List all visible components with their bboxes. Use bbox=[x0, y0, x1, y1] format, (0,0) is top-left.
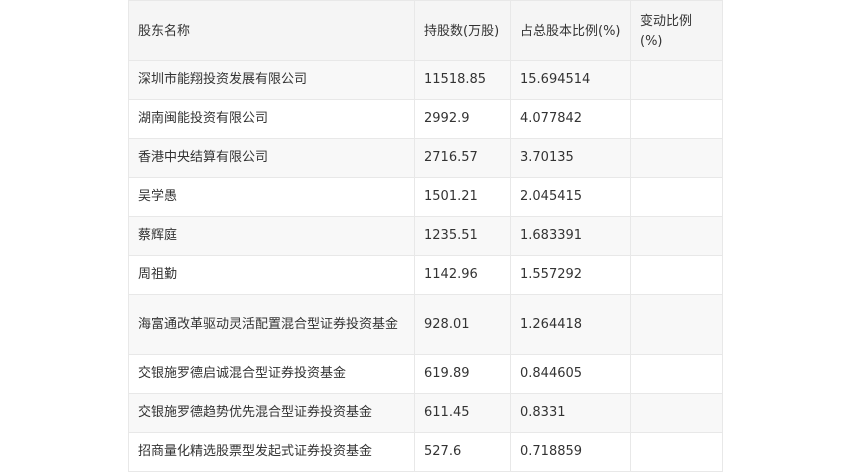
cell-ratio: 2.045415 bbox=[510, 177, 631, 217]
cell-change bbox=[630, 255, 723, 295]
shareholder-table-container: 股东名称 持股数(万股) 占总股本比例(%) 变动比例(%) 深圳市能翔投资发展… bbox=[128, 0, 723, 472]
table-row: 深圳市能翔投资发展有限公司 11518.85 15.694514 bbox=[128, 60, 723, 100]
cell-change bbox=[630, 177, 723, 217]
cell-shares: 619.89 bbox=[414, 354, 511, 394]
table-header: 股东名称 持股数(万股) 占总股本比例(%) 变动比例(%) bbox=[128, 0, 723, 61]
cell-name: 周祖勤 bbox=[128, 255, 415, 295]
cell-name: 招商量化精选股票型发起式证券投资基金 bbox=[128, 432, 415, 472]
table-row: 香港中央结算有限公司 2716.57 3.70135 bbox=[128, 138, 723, 178]
cell-shares: 11518.85 bbox=[414, 60, 511, 100]
table-row: 招商量化精选股票型发起式证券投资基金 527.6 0.718859 bbox=[128, 432, 723, 472]
cell-change bbox=[630, 393, 723, 433]
table-row: 海富通改革驱动灵活配置混合型证券投资基金 928.01 1.264418 bbox=[128, 294, 723, 355]
shareholder-table: 股东名称 持股数(万股) 占总股本比例(%) 变动比例(%) 深圳市能翔投资发展… bbox=[128, 0, 723, 472]
cell-shares: 1501.21 bbox=[414, 177, 511, 217]
cell-shares: 611.45 bbox=[414, 393, 511, 433]
cell-shares: 1142.96 bbox=[414, 255, 511, 295]
cell-change bbox=[630, 216, 723, 256]
table-row: 交银施罗德启诚混合型证券投资基金 619.89 0.844605 bbox=[128, 354, 723, 394]
cell-shares: 2992.9 bbox=[414, 99, 511, 139]
cell-change bbox=[630, 138, 723, 178]
cell-name: 交银施罗德启诚混合型证券投资基金 bbox=[128, 354, 415, 394]
table-row: 吴学愚 1501.21 2.045415 bbox=[128, 177, 723, 217]
cell-name: 蔡辉庭 bbox=[128, 216, 415, 256]
cell-ratio: 0.844605 bbox=[510, 354, 631, 394]
cell-shares: 527.6 bbox=[414, 432, 511, 472]
cell-shares: 1235.51 bbox=[414, 216, 511, 256]
cell-ratio: 3.70135 bbox=[510, 138, 631, 178]
header-row: 股东名称 持股数(万股) 占总股本比例(%) 变动比例(%) bbox=[128, 0, 723, 61]
header-name: 股东名称 bbox=[128, 0, 415, 61]
cell-change bbox=[630, 60, 723, 100]
cell-ratio: 1.557292 bbox=[510, 255, 631, 295]
cell-change bbox=[630, 432, 723, 472]
cell-change bbox=[630, 294, 723, 355]
table-body: 深圳市能翔投资发展有限公司 11518.85 15.694514 湖南闽能投资有… bbox=[128, 60, 723, 472]
cell-ratio: 0.718859 bbox=[510, 432, 631, 472]
header-shares: 持股数(万股) bbox=[414, 0, 511, 61]
cell-change bbox=[630, 99, 723, 139]
cell-name: 深圳市能翔投资发展有限公司 bbox=[128, 60, 415, 100]
cell-ratio: 4.077842 bbox=[510, 99, 631, 139]
table-row: 交银施罗德趋势优先混合型证券投资基金 611.45 0.8331 bbox=[128, 393, 723, 433]
table-row: 周祖勤 1142.96 1.557292 bbox=[128, 255, 723, 295]
cell-name: 香港中央结算有限公司 bbox=[128, 138, 415, 178]
cell-name: 交银施罗德趋势优先混合型证券投资基金 bbox=[128, 393, 415, 433]
cell-shares: 2716.57 bbox=[414, 138, 511, 178]
cell-ratio: 1.264418 bbox=[510, 294, 631, 355]
cell-ratio: 1.683391 bbox=[510, 216, 631, 256]
cell-name: 湖南闽能投资有限公司 bbox=[128, 99, 415, 139]
cell-ratio: 0.8331 bbox=[510, 393, 631, 433]
cell-ratio: 15.694514 bbox=[510, 60, 631, 100]
header-change: 变动比例(%) bbox=[630, 0, 723, 61]
cell-name: 吴学愚 bbox=[128, 177, 415, 217]
cell-shares: 928.01 bbox=[414, 294, 511, 355]
header-ratio: 占总股本比例(%) bbox=[510, 0, 631, 61]
table-row: 蔡辉庭 1235.51 1.683391 bbox=[128, 216, 723, 256]
table-row: 湖南闽能投资有限公司 2992.9 4.077842 bbox=[128, 99, 723, 139]
cell-name: 海富通改革驱动灵活配置混合型证券投资基金 bbox=[128, 294, 415, 355]
cell-change bbox=[630, 354, 723, 394]
